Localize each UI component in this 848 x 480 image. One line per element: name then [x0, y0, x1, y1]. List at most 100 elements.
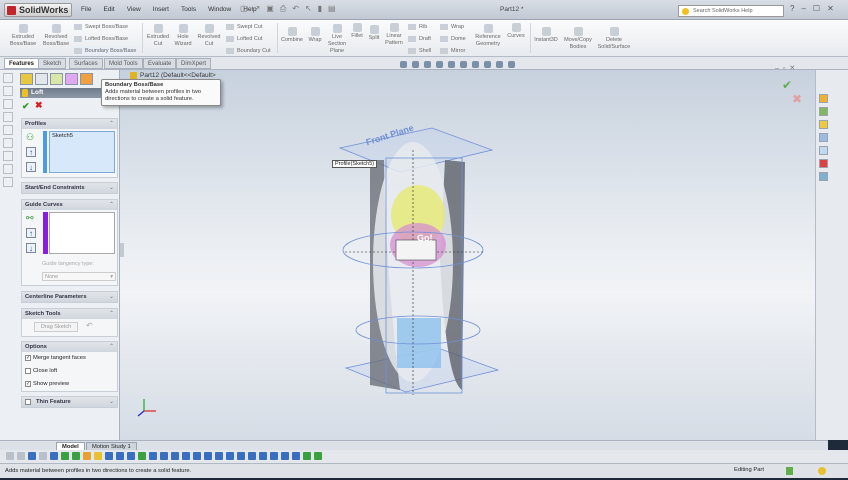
options-icon[interactable]: ▤: [328, 4, 336, 14]
drag-sketch-button[interactable]: Drag Sketch: [34, 322, 78, 332]
rebuild-status-icon[interactable]: [786, 467, 793, 475]
sketch-tool-icon[interactable]: [3, 73, 13, 83]
guide-tangency-select[interactable]: None ▾: [42, 272, 116, 281]
profiles-header[interactable]: Profiles ⌃: [22, 119, 117, 129]
move-copy-bodies-button[interactable]: Move/Copy Bodies: [562, 27, 594, 51]
panel-splitter[interactable]: [120, 243, 124, 257]
view-settings-icon[interactable]: [508, 61, 515, 68]
open-icon[interactable]: ↗: [254, 4, 261, 14]
configuration-manager-tab-icon[interactable]: [50, 73, 63, 85]
mirror-button[interactable]: Mirror: [440, 47, 465, 55]
show-preview-checkbox[interactable]: ✓ Show preview: [25, 381, 69, 387]
toolbar-icon[interactable]: [215, 452, 223, 460]
toolbar-icon[interactable]: [138, 452, 146, 460]
merge-tangent-faces-checkbox[interactable]: ✓ Merge tangent faces: [25, 355, 86, 361]
list-item[interactable]: Sketch5: [50, 132, 114, 140]
guide-curves-header[interactable]: Guide Curves ⌃: [22, 200, 117, 210]
toolbar-icon[interactable]: [6, 452, 14, 460]
graphics-area[interactable]: Front Plane Go! Profile(Sketch5) Part12 …: [120, 65, 828, 440]
toolbar-icon[interactable]: [314, 452, 322, 460]
search-results-icon[interactable]: [819, 133, 828, 142]
toolbar-icon[interactable]: [226, 452, 234, 460]
combine-button[interactable]: Combine: [279, 27, 305, 44]
delete-solid-surface-button[interactable]: Delete Solid/Surface: [596, 27, 632, 51]
menu-tools[interactable]: Tools: [176, 4, 201, 15]
sketch-tools-header[interactable]: Sketch Tools ⌃: [22, 309, 117, 319]
search-help-input[interactable]: Search SolidWorks Help: [678, 5, 784, 17]
move-down-button[interactable]: ↓: [26, 162, 36, 172]
maximize-button[interactable]: ☐: [813, 4, 820, 13]
solidworks-resources-icon[interactable]: [819, 94, 828, 103]
close-loft-checkbox[interactable]: Close loft: [25, 368, 57, 374]
thin-feature-header[interactable]: Thin Feature ⌄: [22, 397, 117, 407]
view-palette-icon[interactable]: [819, 146, 828, 155]
move-up-button[interactable]: ↑: [26, 147, 36, 157]
zoom-to-fit-icon[interactable]: [400, 61, 407, 68]
undo-icon[interactable]: ↶: [292, 4, 299, 14]
sketch-tool-icon[interactable]: [3, 151, 13, 161]
toolbar-icon[interactable]: [160, 452, 168, 460]
boundary-cut-button[interactable]: Boundary Cut: [226, 47, 271, 55]
rebuild-icon[interactable]: ▮: [318, 4, 322, 14]
hide-show-icon[interactable]: [472, 61, 479, 68]
toolbar-icon[interactable]: [149, 452, 157, 460]
print-icon[interactable]: ⎙: [280, 4, 286, 14]
toolbar-icon[interactable]: [182, 452, 190, 460]
toolbar-icon[interactable]: [50, 452, 58, 460]
reference-geometry-button[interactable]: Reference Geometry: [473, 24, 503, 48]
split-button[interactable]: Split: [366, 25, 382, 42]
toolbar-icon[interactable]: [281, 452, 289, 460]
tab-mold-tools[interactable]: Mold Tools: [104, 58, 143, 69]
guide-curves-list[interactable]: [49, 212, 115, 254]
confirm-corner-ok-icon[interactable]: ✔: [782, 78, 792, 92]
tab-sketch[interactable]: Sketch: [38, 58, 67, 69]
start-end-constraints-header[interactable]: Start/End Constraints ⌄: [22, 183, 117, 193]
menu-insert[interactable]: Insert: [148, 4, 174, 15]
toolbar-icon[interactable]: [39, 452, 47, 460]
toolbar-icon[interactable]: [94, 452, 102, 460]
toolbar-icon[interactable]: [259, 452, 267, 460]
centerline-parameters-header[interactable]: Centerline Parameters ⌄: [22, 292, 117, 302]
minimize-button[interactable]: –: [801, 4, 805, 13]
toolbar-icon[interactable]: [292, 452, 300, 460]
toolbar-icon[interactable]: [83, 452, 91, 460]
custom-properties-icon[interactable]: [819, 172, 828, 181]
extruded-cut-button[interactable]: Extruded Cut: [144, 24, 172, 48]
solidworks-logo[interactable]: SolidWorks: [4, 3, 72, 17]
file-explorer-icon[interactable]: [819, 120, 828, 129]
toolbar-icon[interactable]: [28, 452, 36, 460]
lofted-cut-button[interactable]: Lofted Cut: [226, 35, 262, 43]
toolbar-icon[interactable]: [116, 452, 124, 460]
toolbar-icon[interactable]: [193, 452, 201, 460]
profiles-list[interactable]: Sketch5: [49, 131, 115, 173]
revolved-cut-button[interactable]: Revolved Cut: [195, 24, 223, 48]
ok-button[interactable]: ✔: [22, 101, 30, 112]
view-orientation-icon[interactable]: [448, 61, 455, 68]
hole-wizard-button[interactable]: Hole Wizard: [172, 24, 194, 48]
sketch-tool-icon[interactable]: [3, 177, 13, 187]
tab-dimxpert[interactable]: DimXpert: [176, 58, 212, 69]
tab-evaluate[interactable]: Evaluate: [143, 58, 177, 69]
curves-button[interactable]: Curves: [505, 23, 527, 40]
apply-scene-icon[interactable]: [496, 61, 503, 68]
draft-button[interactable]: Draft: [408, 35, 431, 43]
sketch-tool-icon[interactable]: [3, 138, 13, 148]
toolbar-icon[interactable]: [72, 452, 80, 460]
toolbar-icon[interactable]: [303, 452, 311, 460]
help-icon[interactable]: ?: [790, 4, 794, 13]
feature-tree-flyout[interactable]: Part12 (Default<<Default>: [130, 72, 216, 79]
revolved-boss-button[interactable]: Revolved Boss/Base: [40, 24, 72, 48]
close-button[interactable]: ✕: [827, 4, 834, 13]
appearances-icon[interactable]: [819, 159, 828, 168]
property-manager-tab-icon[interactable]: [35, 73, 48, 85]
sketch-tool-icon[interactable]: [3, 112, 13, 122]
extruded-boss-button[interactable]: Extruded Boss/Base: [8, 24, 38, 48]
thin-feature-checkbox[interactable]: [25, 399, 31, 405]
tab-surfaces[interactable]: Surfaces: [69, 58, 103, 69]
viewport-window-controls[interactable]: –▫✕: [775, 64, 799, 72]
live-section-plane-button[interactable]: Live Section Plane: [326, 24, 348, 55]
cancel-button[interactable]: ✖: [35, 100, 43, 111]
section-view-icon[interactable]: [436, 61, 443, 68]
feature-manager-tab-icon[interactable]: [20, 73, 33, 85]
shell-button[interactable]: Shell: [408, 47, 431, 55]
